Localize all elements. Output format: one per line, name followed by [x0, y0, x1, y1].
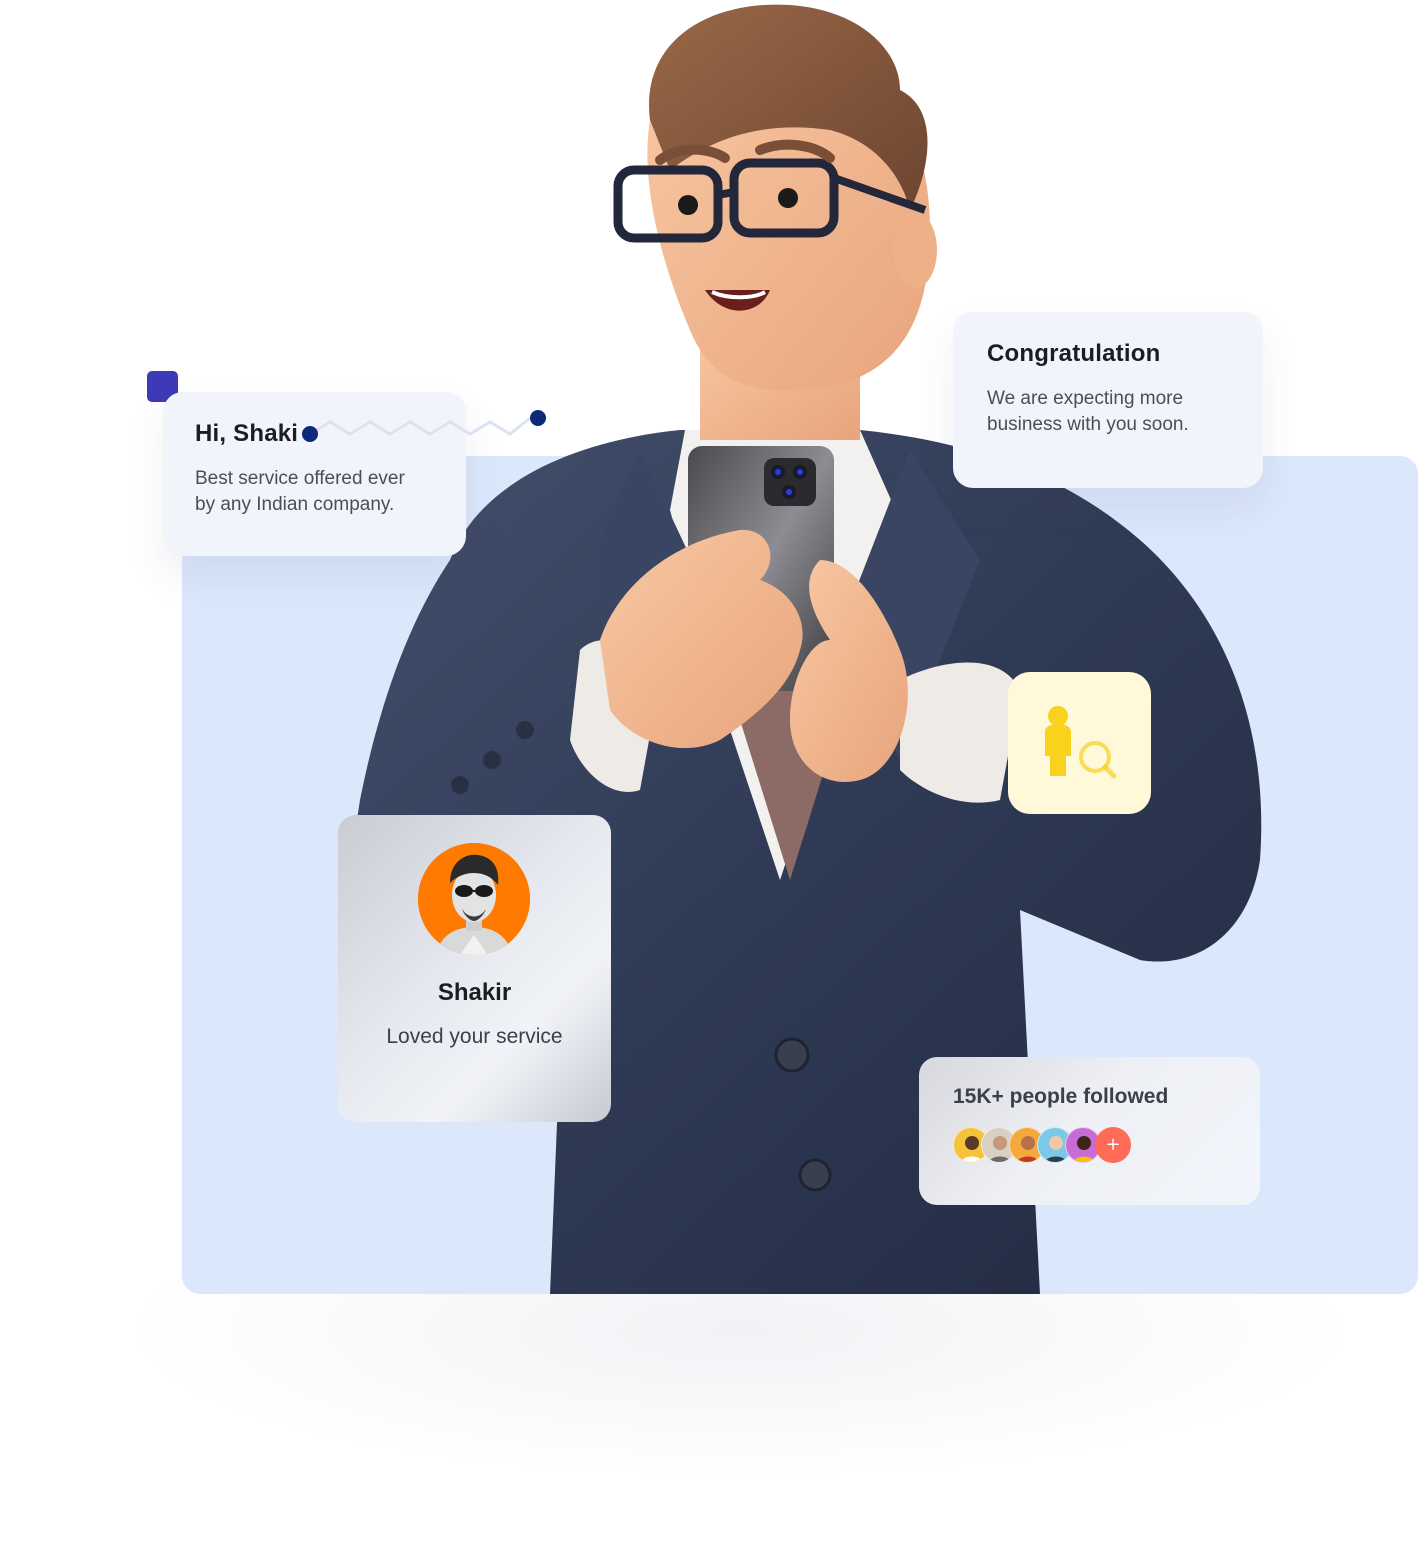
congratulation-text-line1: We are expecting more [987, 388, 1184, 409]
congratulation-title: Congratulation [987, 340, 1161, 367]
congratulation-text-line2: business with you soon. [987, 414, 1189, 435]
followers-title: 15K+ people followed [953, 1085, 1169, 1108]
congratulation-text: We are expecting more business with you … [987, 386, 1229, 438]
congratulation-card: Congratulation We are expecting more bus… [953, 312, 1263, 488]
profile-photo-icon [418, 843, 530, 955]
zigzag-decoration [302, 410, 546, 442]
person-search-icon [1045, 706, 1117, 779]
person-search-card[interactable] [1008, 672, 1151, 814]
more-followers-button[interactable]: + [1095, 1127, 1131, 1163]
testimonial-card: Shakir Loved your service [338, 815, 611, 1122]
profile-name: Shakir [437, 979, 512, 1006]
greeting-text: Best service offered ever by any Indian … [195, 466, 434, 518]
avatar [418, 843, 530, 955]
followers-card: 15K+ people followed + [919, 1057, 1260, 1205]
greeting-text-line2: by any Indian company. [195, 494, 395, 515]
testimonial-text: Loved your service [386, 1025, 563, 1048]
greeting-text-line1: Best service offered ever [195, 468, 405, 489]
